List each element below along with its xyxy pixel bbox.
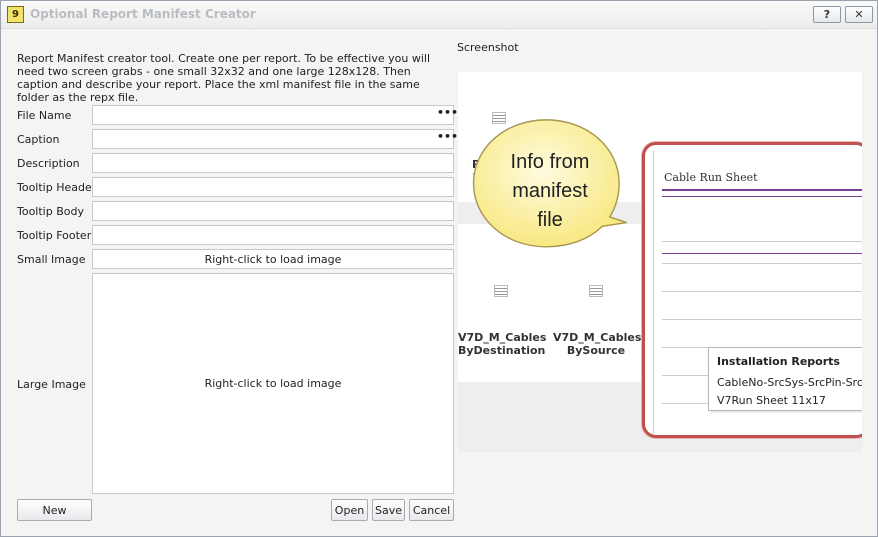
open-button[interactable]: Open <box>331 499 368 521</box>
caption-field[interactable]: ••• <box>92 129 458 149</box>
tooltip-header-field[interactable] <box>92 177 454 197</box>
description-field[interactable] <box>92 153 454 173</box>
report-item-line2: BySource <box>566 344 626 357</box>
cancel-button[interactable]: Cancel <box>409 499 454 521</box>
tooltip-footer-field[interactable] <box>92 225 454 245</box>
close-button[interactable]: ✕ <box>845 6 873 23</box>
small-image-hint: Right-click to load image <box>204 252 342 266</box>
tooltip-body-label: Tooltip Body <box>17 205 84 218</box>
large-image-hint: Right-click to load image <box>204 377 342 390</box>
description-label: Description <box>17 157 80 170</box>
large-image-drop[interactable]: Right-click to load image <box>92 273 454 494</box>
report-item[interactable]: V7D_M_Cables BySource <box>553 331 642 357</box>
document-rule <box>662 189 862 191</box>
document-rule <box>662 196 862 197</box>
document-title: Cable Run Sheet <box>664 171 758 184</box>
report-thumbnail <box>494 285 508 297</box>
report-item-line1: V7D_M_Cables <box>553 331 642 344</box>
callout-line: manifest <box>512 180 588 202</box>
small-image-drop[interactable]: Right-click to load image <box>92 249 454 269</box>
report-item[interactable]: V7D_M_Cables ByDestination <box>458 331 547 357</box>
callout-line: Info from <box>510 151 590 173</box>
table-row <box>662 291 862 292</box>
tooltip-header: Installation Reports <box>717 355 840 368</box>
tooltip-body-field[interactable] <box>92 201 454 221</box>
app-icon: 9 <box>7 6 24 23</box>
report-tooltip: Installation Reports CableNo-SrcSys-SrcP… <box>708 347 862 411</box>
document-rule <box>662 253 862 254</box>
small-image-label: Small Image <box>17 253 86 266</box>
report-thumbnail <box>589 285 603 297</box>
report-item-line2: ByDestination <box>458 344 546 357</box>
file-name-browse-button[interactable]: ••• <box>437 106 458 124</box>
large-image-label: Large Image <box>17 378 86 391</box>
caption-label: Caption <box>17 133 60 146</box>
save-button[interactable]: Save <box>372 499 405 521</box>
callout-line: file <box>537 209 563 231</box>
report-item-line1: V7D_M_Cables <box>458 331 547 344</box>
table-row <box>662 263 862 264</box>
file-name-label: File Name <box>17 109 72 122</box>
tool-description: Report Manifest creator tool. Create one… <box>17 52 430 104</box>
tooltip-header-label: Tooltip Header <box>17 181 97 194</box>
callout-text: Info from manifest file <box>475 148 625 235</box>
file-name-field[interactable]: ••• <box>92 105 458 125</box>
report-manifest-window: 9 Optional Report Manifest Creator ? ✕ R… <box>0 0 878 537</box>
tooltip-body: CableNo-SrcSys-SrcPin-SrcAlia <box>717 376 862 389</box>
tooltip-footer: V7Run Sheet 11x17 <box>717 394 826 407</box>
table-row <box>662 319 862 320</box>
tooltip-footer-label: Tooltip Footer <box>17 229 92 242</box>
help-button[interactable]: ? <box>813 6 841 23</box>
new-button[interactable]: New <box>17 499 92 521</box>
window-title: Optional Report Manifest Creator <box>30 7 256 21</box>
caption-browse-button[interactable]: ••• <box>437 130 458 148</box>
screenshot-label: Screenshot <box>457 41 519 54</box>
table-rule <box>662 241 862 242</box>
title-bar: 9 Optional Report Manifest Creator ? ✕ <box>1 1 877 29</box>
